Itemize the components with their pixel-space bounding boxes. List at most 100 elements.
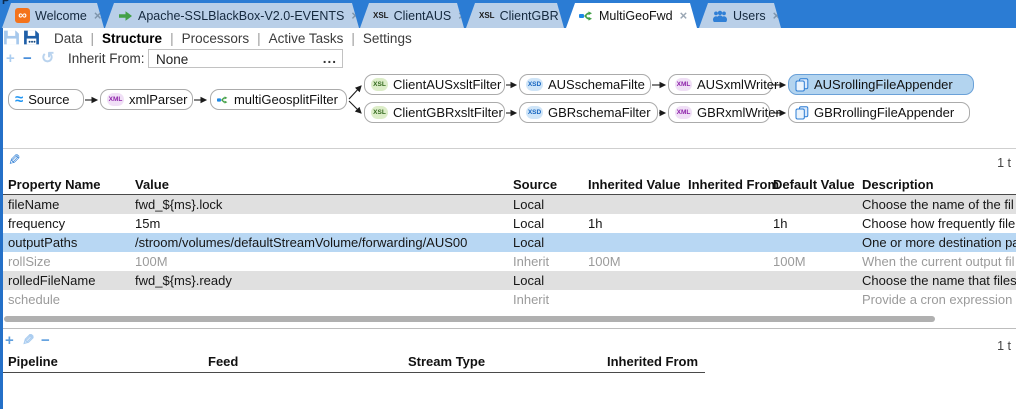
node-label: AUSrollingFileAppender bbox=[814, 77, 953, 92]
tab-bar: P ∞ Welcome × Apache-SSLBlackBox-V2.0-EV… bbox=[0, 0, 1016, 28]
close-icon[interactable]: × bbox=[773, 8, 781, 23]
menu-item-structure[interactable]: Structure bbox=[102, 31, 162, 46]
menu-item-settings[interactable]: Settings bbox=[363, 31, 412, 46]
column-header-stream-type: Stream Type bbox=[408, 354, 485, 370]
property-row-outputpaths-selected[interactable]: outputPaths/stroom/volumes/defaultStream… bbox=[0, 233, 1016, 252]
property-row-schedule[interactable]: schedule Inherit Provide a cron expressi… bbox=[0, 290, 1016, 309]
xsl-icon: XSL bbox=[479, 11, 495, 20]
node-label: multiGeosplitFilter bbox=[234, 92, 338, 107]
column-header-pipeline: Pipeline bbox=[8, 354, 58, 370]
stream-source-icon: ≈ bbox=[15, 92, 23, 107]
split-filter-icon bbox=[217, 94, 229, 106]
xml-writer-icon: XML bbox=[675, 78, 692, 91]
pipeline-node-ausxmlwriter[interactable]: XML AUSxmlWriter bbox=[668, 74, 772, 95]
inherit-from-field[interactable]: None ... bbox=[148, 49, 343, 68]
menu-item-processors[interactable]: Processors bbox=[182, 31, 250, 46]
pipeline-node-ausrollingfileappender[interactable]: AUSrollingFileAppender bbox=[788, 74, 974, 95]
xsl-icon: XSL bbox=[373, 11, 389, 20]
pipeline-node-multigeosplitfilter[interactable]: multiGeosplitFilter bbox=[210, 89, 347, 110]
users-group-icon bbox=[712, 10, 728, 22]
inherit-from-bar: + − ↺ Inherit From: None ... bbox=[0, 48, 1016, 72]
property-row-frequency[interactable]: frequency15m Local1h 1h Choose how frequ… bbox=[0, 214, 1016, 233]
add-reference-icon[interactable]: + bbox=[5, 331, 14, 351]
pipeline-references-panel: + ✎ − 1 t Pipeline Feed Stream Type Inhe… bbox=[0, 329, 1016, 409]
menu-separator: | bbox=[351, 31, 355, 46]
tab-label: Apache-SSLBlackBox-V2.0-EVENTS bbox=[138, 9, 344, 23]
clipped-text-fragment: P bbox=[2, 0, 9, 7]
column-header-inherited-from: Inherited From bbox=[688, 177, 779, 193]
horizontal-scrollbar-thumb[interactable] bbox=[4, 316, 935, 322]
remove-reference-icon[interactable]: − bbox=[41, 331, 50, 351]
tab-clientgbr[interactable]: XSL ClientGBR × bbox=[466, 3, 564, 28]
restore-icon[interactable]: ↺ bbox=[41, 48, 54, 70]
view-menu: Data | Structure | Processors | Active T… bbox=[54, 28, 412, 48]
column-header-inherited-from: Inherited From bbox=[607, 354, 698, 370]
edit-reference-icon[interactable]: ✎ bbox=[22, 331, 35, 351]
properties-panel: ✎ 1 t Property Name Value Source Inherit… bbox=[0, 148, 1016, 329]
close-icon[interactable]: × bbox=[458, 8, 464, 23]
tab-label: ClientAUS bbox=[394, 9, 452, 23]
tab-label: MultiGeoFwd bbox=[599, 9, 673, 23]
add-icon[interactable]: + bbox=[6, 48, 15, 70]
column-header-inherited-value: Inherited Value bbox=[588, 177, 680, 193]
column-header-description: Description bbox=[862, 177, 934, 193]
remove-icon[interactable]: − bbox=[23, 48, 32, 70]
column-header-property-name: Property Name bbox=[8, 177, 100, 193]
pipeline-node-clientausxsltfilter[interactable]: XSL ClientAUSxsltFilter bbox=[364, 74, 505, 95]
menu-separator: | bbox=[257, 31, 261, 46]
rolling-file-icon bbox=[795, 78, 809, 92]
pipeline-node-ausschemafilter[interactable]: XSD AUSschemaFilte bbox=[519, 74, 651, 95]
xml-parser-icon: XML bbox=[107, 93, 124, 106]
column-header-feed: Feed bbox=[208, 354, 238, 370]
tab-clientaus[interactable]: XSL ClientAUS × bbox=[360, 3, 464, 28]
window-left-edge bbox=[0, 28, 3, 409]
save-all-icon[interactable] bbox=[23, 29, 40, 46]
close-icon[interactable]: × bbox=[680, 8, 688, 23]
menu-separator: | bbox=[170, 31, 174, 46]
tab-label: Welcome bbox=[35, 9, 87, 23]
tab-multigeofwd[interactable]: MultiGeoFwd × bbox=[566, 3, 697, 28]
edit-property-icon[interactable]: ✎ bbox=[8, 151, 21, 169]
stroom-logo-icon: ∞ bbox=[15, 8, 30, 23]
save-icon[interactable] bbox=[3, 29, 20, 46]
node-label: AUSxmlWriter bbox=[697, 77, 778, 92]
menu-item-data[interactable]: Data bbox=[54, 31, 83, 46]
schema-filter-icon: XSD bbox=[526, 106, 543, 119]
column-header-default-value: Default Value bbox=[773, 177, 855, 193]
column-header-value: Value bbox=[135, 177, 169, 193]
tab-welcome[interactable]: ∞ Welcome × bbox=[2, 3, 104, 28]
tab-apache-sslblackbox[interactable]: Apache-SSLBlackBox-V2.0-EVENTS × bbox=[105, 3, 359, 28]
pipeline-node-gbrxmlwriter[interactable]: XML GBRxmlWriter bbox=[668, 102, 770, 123]
stroom-app: P ∞ Welcome × Apache-SSLBlackBox-V2.0-EV… bbox=[0, 0, 1016, 409]
pipeline-node-xmlparser[interactable]: XML xmlParser bbox=[100, 89, 193, 110]
property-row-filename[interactable]: fileNamefwd_${ms}.lock Local Choose the … bbox=[0, 195, 1016, 214]
node-label: AUSschemaFilte bbox=[548, 77, 645, 92]
node-label: ClientAUSxsltFilter bbox=[393, 77, 501, 92]
xslt-filter-icon: XSL bbox=[371, 106, 388, 119]
node-label: xmlParser bbox=[129, 92, 188, 107]
xslt-filter-icon: XSL bbox=[371, 78, 388, 91]
node-label: GBRrollingFileAppender bbox=[814, 105, 954, 120]
pipeline-node-gbrrollingfileappender[interactable]: GBRrollingFileAppender bbox=[788, 102, 970, 123]
pipeline-node-gbrschemafilter[interactable]: XSD GBRschemaFilter bbox=[519, 102, 658, 123]
node-label: ClientGBRxsltFilter bbox=[393, 105, 503, 120]
menu-item-active-tasks[interactable]: Active Tasks bbox=[269, 31, 344, 46]
node-label: GBRschemaFilter bbox=[548, 105, 651, 120]
properties-pagination: 1 t bbox=[997, 156, 1011, 170]
inherit-from-label: Inherit From: bbox=[68, 48, 145, 70]
property-row-rolledfilename[interactable]: rolledFileNamefwd_${ms}.ready Local Choo… bbox=[0, 271, 1016, 290]
green-arrow-icon bbox=[118, 10, 133, 22]
pipeline-structure-panel: ≈ Source XML xmlParser multiGeosplitFilt… bbox=[0, 71, 1016, 148]
header-divider bbox=[0, 372, 705, 373]
tab-label: ClientGBR bbox=[500, 9, 559, 23]
tab-users[interactable]: Users × bbox=[699, 3, 781, 28]
ellipsis-button[interactable]: ... bbox=[323, 50, 337, 67]
property-row-rollsize[interactable]: rollSize100M Inherit100M 100M When the c… bbox=[0, 252, 1016, 271]
close-icon[interactable]: × bbox=[94, 8, 102, 23]
close-icon[interactable]: × bbox=[351, 8, 359, 23]
pipeline-node-clientgbrxsltfilter[interactable]: XSL ClientGBRxsltFilter bbox=[364, 102, 505, 123]
inherit-from-value: None bbox=[156, 52, 188, 67]
schema-filter-icon: XSD bbox=[526, 78, 543, 91]
pipeline-node-source[interactable]: ≈ Source bbox=[8, 89, 84, 110]
rolling-file-icon bbox=[795, 106, 809, 120]
